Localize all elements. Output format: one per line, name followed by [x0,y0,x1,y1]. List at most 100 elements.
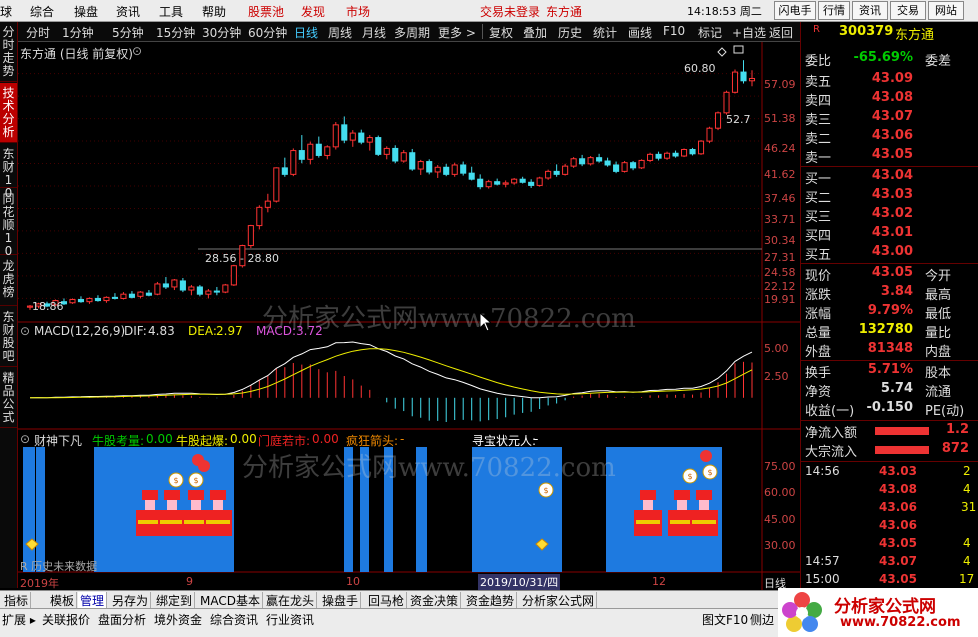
btab-formula-site[interactable]: 分析家公式网 [520,592,598,609]
status-sidebar[interactable]: 侧边 [750,611,774,628]
ask-row[interactable]: 卖一 43.05 [803,147,975,166]
tf-weekly[interactable]: 周线 [328,24,352,41]
bid-price: 43.04 [871,168,913,183]
status-expand[interactable]: 扩展 ▸ [2,611,36,628]
tab-intraday[interactable]: 分时走势 [0,22,17,82]
bid-row[interactable]: 买二 43.03 [803,187,975,206]
btab-bind[interactable]: 绑定到 [154,592,196,609]
status-market-analysis[interactable]: 盘面分析 [98,611,146,628]
tf-30min[interactable]: 30分钟 [202,24,241,41]
menu-comprehensive[interactable]: 综合 [30,3,54,20]
stat-value: 81348 [867,341,913,356]
candle-body [417,161,424,170]
tf-intraday[interactable]: 分时 [26,24,50,41]
bid-price: 43.01 [871,225,913,240]
chart-collapse-icon[interactable]: ⊙ [132,44,142,58]
btab-reversal[interactable]: 回马枪 [366,592,408,609]
bid-row[interactable]: 买三 43.02 [803,206,975,225]
tool-f10[interactable]: F10 [663,24,685,38]
tf-60min[interactable]: 60分钟 [248,24,287,41]
candle-body [375,137,382,155]
news-button[interactable]: 资讯 [852,1,888,20]
status-related-quotes[interactable]: 关联报价 [42,611,90,628]
trade-button[interactable]: 交易 [890,1,926,20]
date-label: 10 [346,575,360,588]
macd-macd-value: 3.72 [296,324,323,338]
stat-right-label: PE(动) [925,404,965,419]
macd-macd-label: MACD: [256,324,297,338]
status-foreign-capital[interactable]: 境外资金 [154,611,202,628]
btab-macd-basic[interactable]: MACD基本 [198,592,263,609]
menu-discover[interactable]: 发现 [301,3,325,20]
menu-stock-pool[interactable]: 股票池 [248,3,284,20]
macd-name: MACD(12,26,9) [34,324,126,338]
btab-win-leader[interactable]: 赢在龙头 [264,592,318,609]
menu-cut-item[interactable]: 球 [0,3,12,20]
menu-tools[interactable]: 工具 [159,3,183,20]
status-comprehensive-news[interactable]: 综合资讯 [210,611,258,628]
tool-history[interactable]: 历史 [558,24,582,41]
red-ball-icon [198,460,210,472]
macd-collapse-icon[interactable]: ⊙ [20,324,30,338]
btab-fund-trend[interactable]: 资金趋势 [464,592,518,609]
tab-dragon-tiger[interactable]: 龙虎榜 [0,256,17,306]
tf-multi[interactable]: 多周期 [394,24,430,41]
btab-save-as[interactable]: 另存为 [110,592,152,609]
menu-news[interactable]: 资讯 [116,3,140,20]
tab-eastmoney-forum[interactable]: 东财股吧 [0,307,17,367]
ask-row[interactable]: 卖四 43.08 [803,90,975,109]
tick-row: 43.05 4 [803,536,975,554]
tool-add-watchlist[interactable]: +自选 [732,24,766,41]
tab-technical[interactable]: 技术分析 [0,83,17,143]
btab-manage[interactable]: 管理 [78,592,108,609]
tick-price: 43.06 [879,518,917,532]
trade-login-status[interactable]: 交易未登录 [480,3,540,20]
btab-trader[interactable]: 操盘手 [320,592,362,609]
bid-row[interactable]: 买五 43.00 [803,244,975,263]
ind3-collapse-icon[interactable]: ⊙ [20,432,30,446]
tab-formulas[interactable]: 精品公式 [0,368,17,428]
menu-help[interactable]: 帮助 [202,3,226,20]
tool-overlay[interactable]: 叠加 [523,24,547,41]
menu-market[interactable]: 市场 [346,3,370,20]
tf-more[interactable]: 更多 > [438,24,476,41]
tab-eastmoney-f10[interactable]: 东财10 [0,144,17,200]
date-label: 2019年 [20,577,59,590]
ask-row[interactable]: 卖三 43.07 [803,109,975,128]
tick-time: 14:56 [805,464,840,478]
tf-5min[interactable]: 5分钟 [112,24,144,41]
candle-body [434,166,441,173]
ask-row[interactable]: 卖二 43.06 [803,128,975,147]
ask-row[interactable]: 卖五 43.09 [803,71,975,90]
menu-trading[interactable]: 操盘 [74,3,98,20]
tool-draw[interactable]: 画线 [628,24,652,41]
btab-indicator[interactable]: 指标 [2,592,32,609]
clock: 14:18:53 周二 [687,5,762,18]
quotes-button[interactable]: 行情 [818,1,850,20]
ask-label: 卖三 [805,113,832,128]
stat-value: 132780 [858,322,913,337]
btab-fund-decision[interactable]: 资金决策 [408,592,462,609]
lightning-trade-button[interactable]: 闪电手 [774,1,816,20]
status-industry-news[interactable]: 行业资讯 [266,611,314,628]
tf-monthly[interactable]: 月线 [362,24,386,41]
tab-ths-f10[interactable]: 同花顺10 [0,189,17,258]
btab-template[interactable]: 模板 [48,592,78,609]
tool-adjust[interactable]: 复权 [489,24,513,41]
candle-body [392,147,399,162]
tool-back[interactable]: 返回 [769,24,793,41]
tf-daily[interactable]: 日线 [294,24,318,41]
website-button[interactable]: 网站 [928,1,964,20]
candle-body [596,157,603,162]
tool-statistics[interactable]: 统计 [593,24,617,41]
candle-body [587,157,594,165]
status-f10-graphic[interactable]: 图文F10 [702,611,748,628]
bid-row[interactable]: 买一 43.04 [803,168,975,187]
tf-15min[interactable]: 15分钟 [156,24,195,41]
candle-body [332,124,339,148]
date-label: 12 [652,575,666,588]
logo-url: www.70822.com [840,615,961,630]
bid-row[interactable]: 买四 43.01 [803,225,975,244]
tf-1min[interactable]: 1分钟 [62,24,94,41]
tool-mark[interactable]: 标记 [698,24,722,41]
